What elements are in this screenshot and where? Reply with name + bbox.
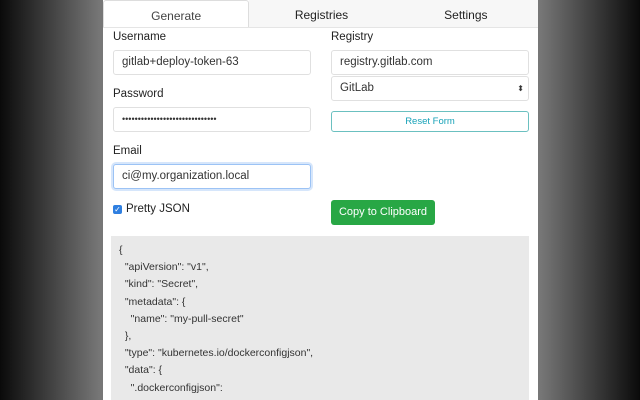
tab-generate[interactable]: Generate [103,0,250,27]
tab-registries[interactable]: Registries [249,0,394,27]
pretty-json-label: Pretty JSON [126,203,190,215]
checkmark-icon: ✓ [113,204,122,214]
reset-form-button[interactable]: Reset Form [331,111,529,132]
popup: Generate Registries Settings Username gi… [103,0,538,400]
email-input[interactable]: ci@my.organization.local [113,164,311,189]
select-arrows-icon: ⬍ [517,84,524,93]
password-label: Password [113,88,164,100]
copy-to-clipboard-button[interactable]: Copy to Clipboard [331,200,435,225]
pretty-json-checkbox[interactable]: ✓ Pretty JSON [113,203,190,215]
email-label: Email [113,145,142,157]
tab-bar: Generate Registries Settings [103,0,538,28]
username-label: Username [113,31,167,43]
registry-input[interactable]: registry.gitlab.com [331,50,529,75]
username-input[interactable]: gitlab+deploy-token-63 [113,50,311,75]
password-input[interactable]: •••••••••••••••••••••••••••••• [113,107,311,132]
registry-type-value: GitLab [340,82,374,94]
registry-label: Registry [331,31,374,43]
json-output: { "apiVersion": "v1", "kind": "Secret", … [111,236,529,400]
tab-settings[interactable]: Settings [393,0,538,27]
registry-type-select[interactable]: GitLab ⬍ [331,76,529,101]
